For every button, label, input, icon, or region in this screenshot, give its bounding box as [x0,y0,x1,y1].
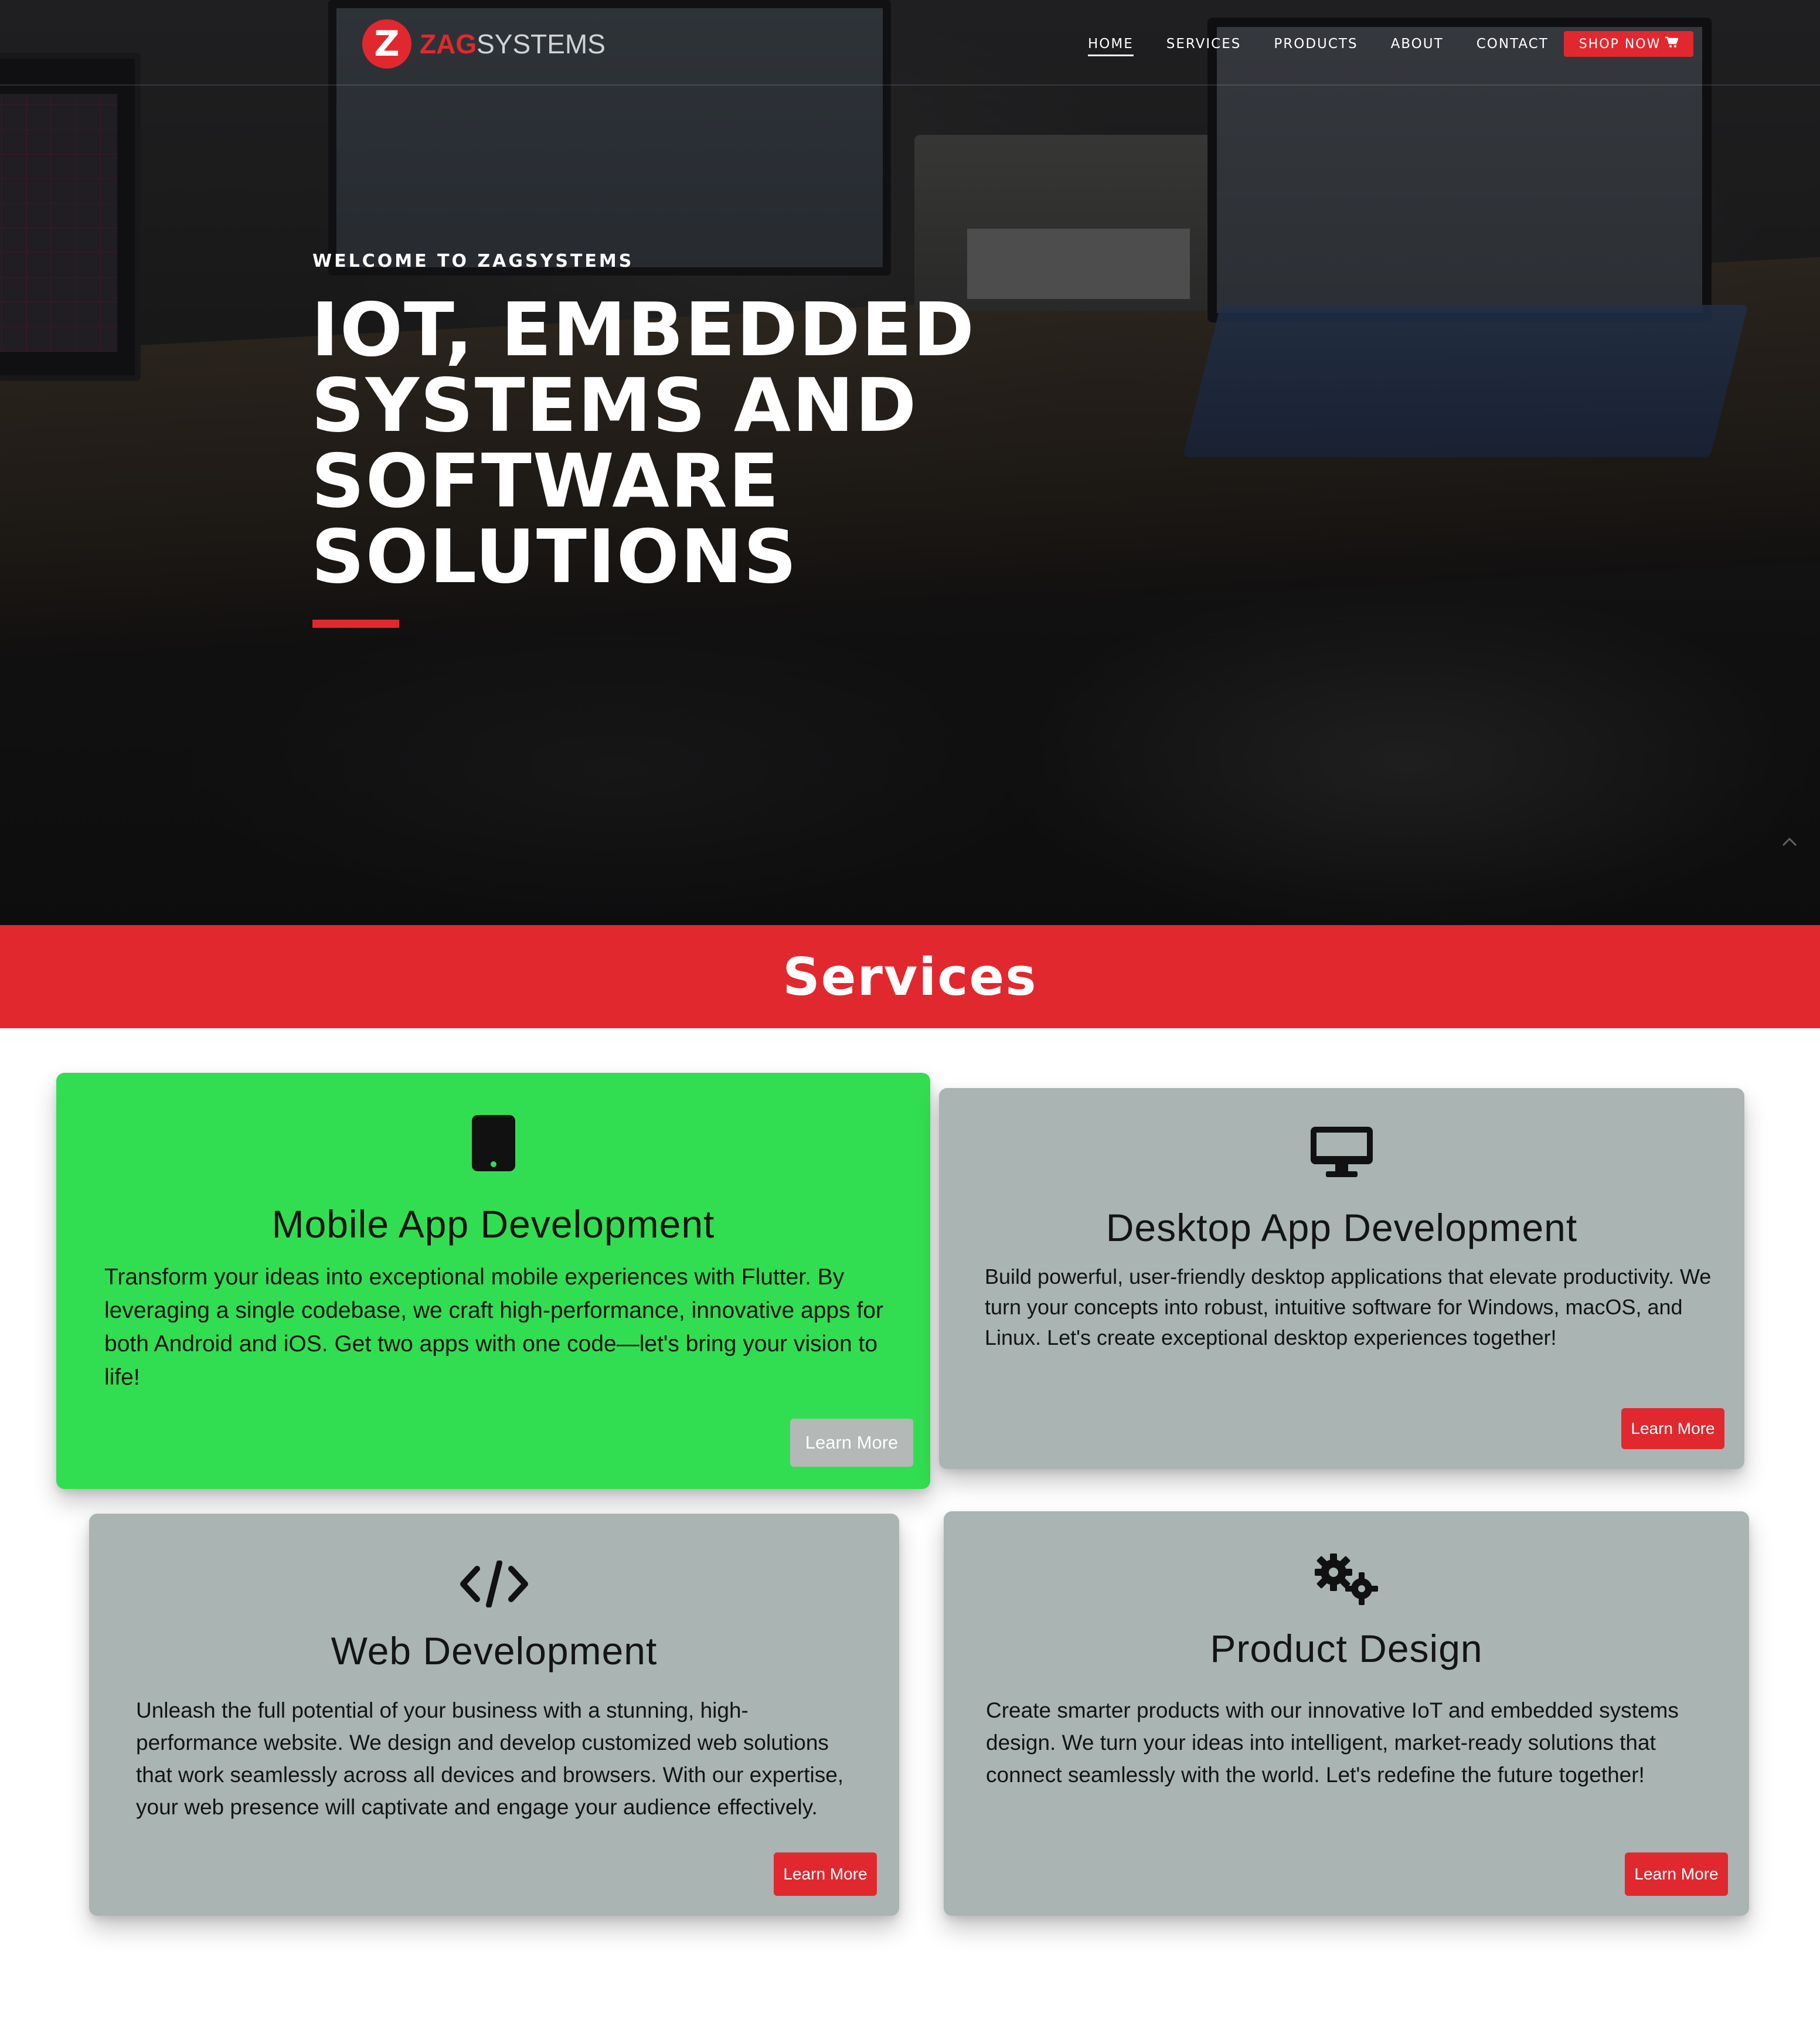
learn-more-button[interactable]: Learn More [1625,1852,1728,1896]
logo-mark-icon: Z [362,19,411,69]
nav-item-home[interactable]: HOME [1088,29,1134,59]
shop-now-label: SHOP NOW [1579,36,1661,52]
service-card-mobile[interactable]: Mobile App Development Transform your id… [56,1073,930,1489]
learn-more-button[interactable]: Learn More [1621,1408,1724,1449]
service-card-title: Web Development [331,1629,658,1673]
nav-item-products[interactable]: PRODUCTS [1274,29,1358,59]
service-card-description: Transform your ideas into exceptional mo… [104,1264,883,1390]
top-navigation: Z ZAGSYSTEMS HOME SERVICES PRODUCTS ABOU… [0,0,1820,86]
services-banner: Services [0,925,1820,1028]
cart-icon [1665,36,1679,52]
chevron-up-icon[interactable] [1782,831,1797,851]
hero-welcome-text: WELCOME TO ZAGSYSTEMS [312,251,634,271]
hero-section: Z ZAGSYSTEMS HOME SERVICES PRODUCTS ABOU… [0,0,1820,925]
hero-title: IOT, EMBEDDED SYSTEMS AND SOFTWARE SOLUT… [311,292,1073,594]
nav-links: HOME SERVICES PRODUCTS ABOUT CONTACT SHO… [1088,29,1694,59]
service-card-title: Product Design [1210,1627,1483,1670]
service-card-desktop[interactable]: Desktop App Development Build powerful, … [939,1088,1744,1469]
nav-item-about[interactable]: ABOUT [1391,29,1444,59]
services-heading: Services [783,946,1037,1007]
logo-wordmark-accent: ZAG [420,29,477,59]
service-card-description: Unleash the full potential of your busin… [136,1698,844,1819]
logo-wordmark-rest: SYSTEMS [477,29,605,59]
gears-icon [944,1554,1749,1606]
service-card-title: Desktop App Development [1105,1206,1578,1249]
brand-logo[interactable]: Z ZAGSYSTEMS [362,19,605,69]
tablet-icon [56,1115,930,1171]
hero-title-line: SYSTEMS AND [311,362,918,448]
code-icon [89,1561,899,1607]
service-card-web[interactable]: Web Development Unleash the full potenti… [89,1514,899,1916]
shop-now-button[interactable]: SHOP NOW [1563,31,1694,57]
nav-item-contact[interactable]: CONTACT [1477,29,1549,59]
learn-more-button[interactable]: Learn More [790,1419,913,1467]
hero-accent-bar [312,620,399,628]
nav-item-services[interactable]: SERVICES [1166,29,1241,59]
service-card-title: Mobile App Development [271,1202,715,1246]
service-card-description: Create smarter products with our innovat… [986,1698,1679,1787]
service-card-description: Build powerful, user-friendly desktop ap… [985,1264,1712,1349]
service-card-product-design[interactable]: Product Design Create smarter products w… [944,1511,1749,1916]
hero-title-line: SOFTWARE [311,438,780,524]
learn-more-button[interactable]: Learn More [774,1852,877,1896]
hero-title-line: SOLUTIONS [311,514,798,600]
hero-title-line: IOT, EMBEDDED [311,287,976,373]
logo-letter: Z [374,23,400,64]
desktop-icon [939,1127,1744,1177]
logo-wordmark: ZAGSYSTEMS [420,30,605,57]
